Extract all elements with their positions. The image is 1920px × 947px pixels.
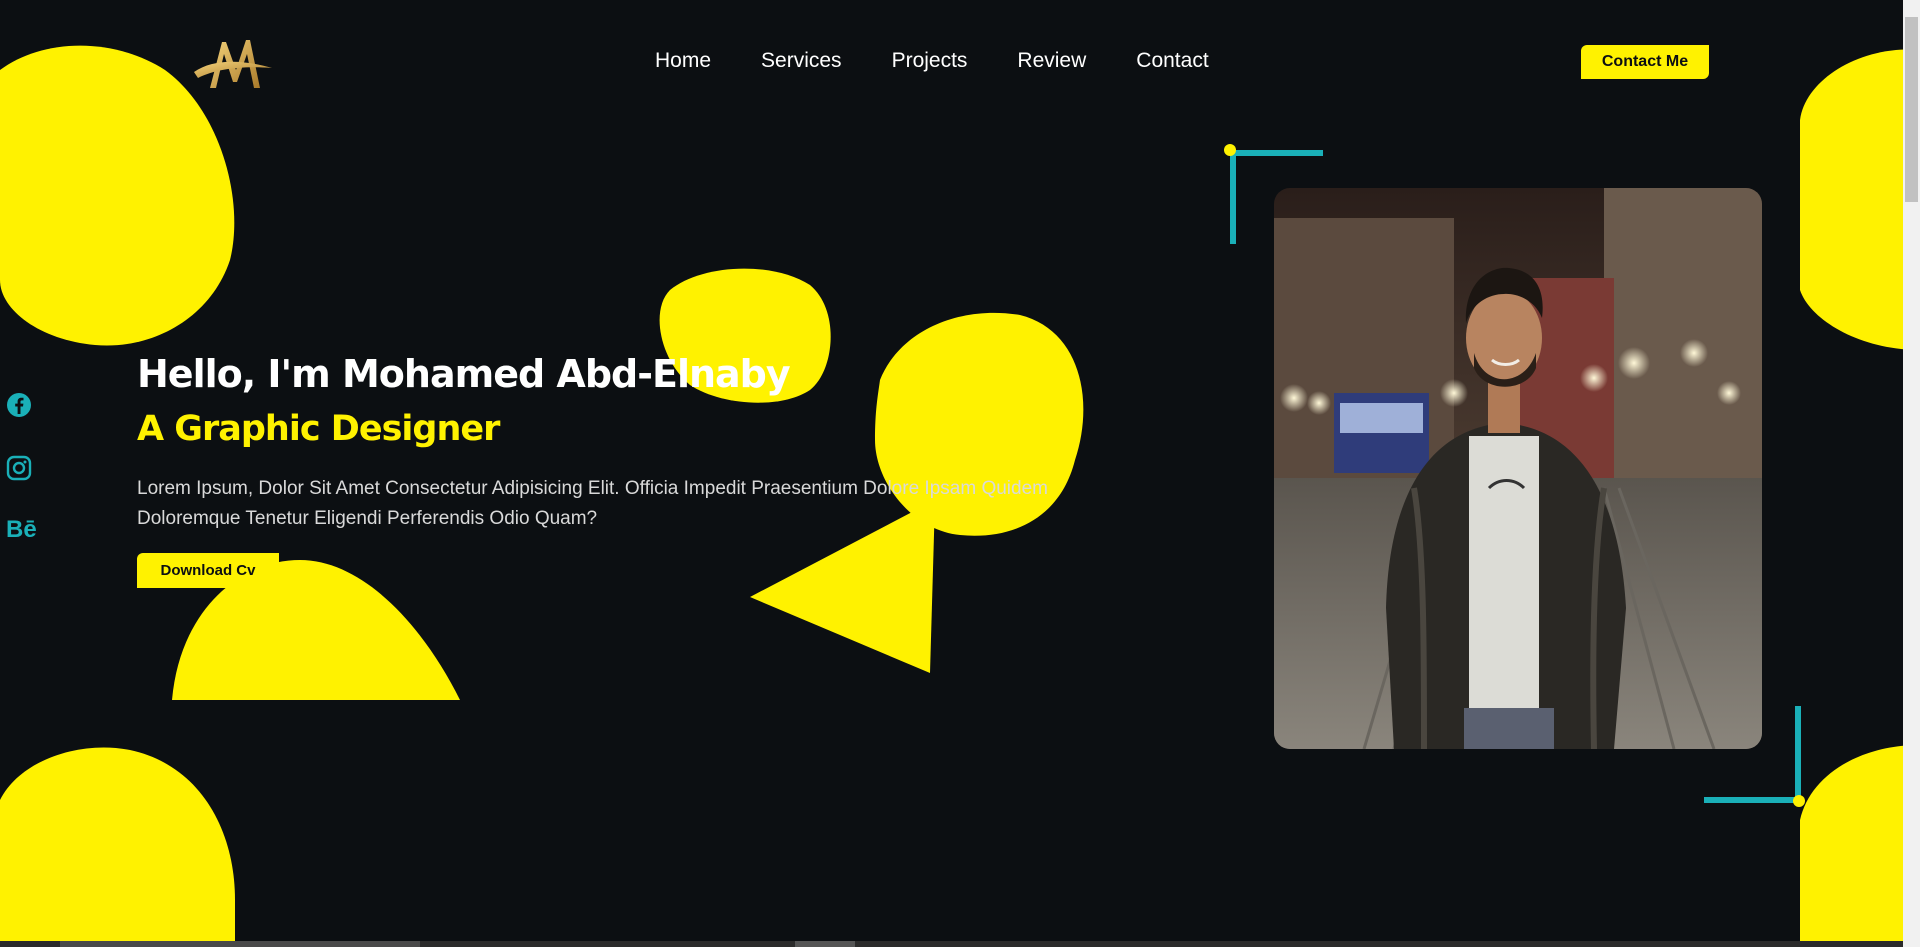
blob-right-bottom: [1800, 745, 1920, 947]
main-nav: Home Services Projects Review Contact: [655, 49, 1209, 73]
download-cv-button[interactable]: Download Cv: [137, 553, 279, 588]
nav-services[interactable]: Services: [761, 49, 842, 73]
hscroll-marker: [795, 941, 855, 947]
profile-photo: [1274, 188, 1762, 749]
m-monogram-logo-icon: [194, 40, 272, 88]
nav-home[interactable]: Home: [655, 49, 711, 73]
blob-bottom-left: [0, 747, 235, 947]
hscroll-thumb[interactable]: [60, 941, 420, 947]
bracket-dot-top: [1224, 144, 1236, 156]
page: Home Services Projects Review Contact Co…: [0, 0, 1920, 947]
bracket-dot-bottom: [1793, 795, 1805, 807]
behance-icon[interactable]: Bē: [6, 516, 37, 544]
hero-description: Lorem Ipsum, Dolor Sit Amet Consectetur …: [137, 478, 1048, 529]
scrollbar-thumb[interactable]: [1905, 17, 1918, 202]
instagram-icon[interactable]: [6, 455, 32, 485]
blob-right-top: [1800, 49, 1920, 350]
contact-me-button[interactable]: Contact Me: [1581, 45, 1709, 79]
nav-review[interactable]: Review: [1017, 49, 1086, 73]
vertical-scrollbar[interactable]: [1903, 0, 1920, 947]
hero-role: A Graphic Designer: [137, 409, 500, 449]
facebook-icon[interactable]: [6, 392, 32, 422]
nav-projects[interactable]: Projects: [892, 49, 968, 73]
horizontal-scrollbar[interactable]: [0, 941, 1903, 947]
logo[interactable]: [192, 28, 274, 96]
nav-contact[interactable]: Contact: [1136, 49, 1208, 73]
hero-greeting: Hello, I'm Mohamed Abd-Elnaby: [137, 352, 791, 396]
